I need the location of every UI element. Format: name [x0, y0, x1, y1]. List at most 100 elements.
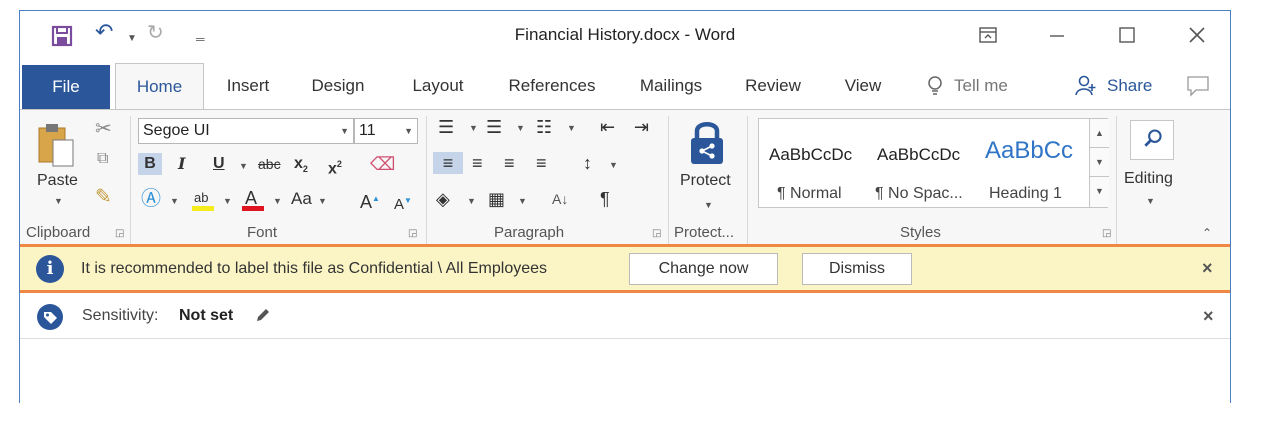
highlight-dropdown-icon[interactable]: ▼	[223, 196, 232, 206]
close-message-icon[interactable]: ×	[1202, 247, 1213, 290]
close-icon[interactable]	[1182, 21, 1212, 49]
increase-indent-icon[interactable]: ⇥	[634, 116, 649, 138]
ribbon-display-options-icon[interactable]	[973, 21, 1003, 49]
decrease-indent-icon[interactable]: ⇤	[600, 116, 615, 138]
align-right-icon[interactable]: ≡	[504, 152, 515, 174]
superscript-button[interactable]: x2	[328, 153, 342, 180]
protect-button[interactable]: Protect	[680, 172, 731, 190]
tell-me-search[interactable]: Tell me	[954, 63, 1008, 109]
tab-design[interactable]: Design	[304, 63, 372, 109]
font-size-combo[interactable]: 11 ▼	[354, 118, 418, 144]
change-case-dropdown-icon[interactable]: ▼	[318, 196, 327, 206]
line-spacing-icon[interactable]: ↕	[583, 152, 592, 174]
highlight-color-icon[interactable]: ab	[190, 188, 216, 212]
italic-button[interactable]: I	[178, 153, 185, 175]
bullets-dropdown-icon[interactable]: ▼	[469, 123, 478, 133]
pencil-icon[interactable]	[254, 306, 272, 324]
multilevel-dropdown-icon[interactable]: ▼	[567, 123, 576, 133]
tab-home[interactable]: Home	[115, 63, 204, 110]
collapse-ribbon-icon[interactable]: ⌃	[1202, 226, 1212, 240]
sensitivity-value[interactable]: Not set	[179, 295, 233, 337]
sort-button[interactable]: A↓	[552, 188, 568, 210]
dismiss-button[interactable]: Dismiss	[802, 253, 912, 285]
borders-icon[interactable]: ▦	[488, 188, 505, 210]
tab-layout[interactable]: Layout	[403, 63, 473, 109]
tab-mailings[interactable]: Mailings	[630, 63, 712, 109]
tab-view[interactable]: View	[838, 63, 888, 109]
share-person-icon[interactable]	[1075, 75, 1097, 97]
sort-label: A	[552, 191, 562, 207]
shading-dropdown-icon[interactable]: ▼	[467, 196, 476, 206]
tab-references[interactable]: References	[500, 63, 604, 109]
numbering-icon[interactable]: ☰	[486, 116, 502, 138]
style-name: ¶ Normal	[777, 185, 842, 202]
style-name: Heading 1	[989, 185, 1062, 202]
paragraph-launcher-icon[interactable]: ◲	[652, 228, 661, 239]
clipboard-launcher-icon[interactable]: ◲	[115, 228, 124, 239]
editing-dropdown-icon[interactable]: ▼	[1146, 196, 1155, 206]
change-now-button[interactable]: Change now	[629, 253, 778, 285]
find-magnifier-icon[interactable]	[1130, 120, 1174, 160]
styles-scroll-down-icon[interactable]: ▼	[1090, 148, 1109, 177]
font-name-dropdown-icon[interactable]: ▼	[340, 119, 349, 143]
grow-font-button[interactable]: A▲	[360, 188, 380, 213]
format-painter-icon[interactable]: ✎	[95, 184, 112, 209]
subscript-button[interactable]: x2	[294, 153, 308, 180]
close-sensitivity-bar-icon[interactable]: ×	[1203, 295, 1214, 337]
align-left-icon[interactable]: ≡	[433, 152, 463, 174]
style-normal[interactable]: AaBbCcDc ¶ Normal	[759, 119, 869, 207]
group-divider	[747, 116, 748, 244]
comment-icon[interactable]	[1186, 75, 1210, 97]
superscript-label: x	[328, 160, 337, 178]
text-effects-icon[interactable]: Ⓐ	[141, 188, 161, 210]
strikethrough-button[interactable]: abc	[258, 153, 281, 175]
line-spacing-dropdown-icon[interactable]: ▼	[609, 160, 618, 170]
share-button[interactable]: Share	[1107, 63, 1152, 109]
underline-button[interactable]: U	[213, 153, 225, 175]
tab-review[interactable]: Review	[740, 63, 806, 109]
clear-formatting-icon[interactable]: ⌫	[370, 153, 395, 175]
change-case-button[interactable]: Aa	[291, 188, 312, 210]
font-name-combo[interactable]: Segoe UI ▼	[138, 118, 354, 144]
group-divider	[668, 116, 669, 244]
bullets-icon[interactable]: ☰	[438, 116, 454, 138]
underline-dropdown-icon[interactable]: ▼	[239, 161, 248, 171]
justify-icon[interactable]: ≡	[536, 152, 547, 174]
align-center-icon[interactable]: ≡	[472, 152, 483, 174]
bold-button[interactable]: B	[138, 153, 162, 175]
show-formatting-button[interactable]: ¶	[600, 188, 610, 210]
style-heading-1[interactable]: AaBbCc Heading 1	[979, 119, 1089, 207]
font-size-dropdown-icon[interactable]: ▼	[404, 119, 413, 143]
styles-scroll-up-icon[interactable]: ▲	[1090, 119, 1109, 148]
ribbon-home: Paste ▼ ✂ ⧉ ✎ Clipboard ◲ Segoe UI ▼ 11 …	[20, 109, 1230, 245]
sensitivity-label: Sensitivity:	[82, 307, 159, 324]
text-effects-dropdown-icon[interactable]: ▼	[170, 196, 179, 206]
paste-dropdown-icon[interactable]: ▼	[54, 196, 63, 206]
minimize-icon[interactable]	[1042, 21, 1072, 49]
protect-lock-icon[interactable]	[687, 120, 727, 166]
protect-dropdown-icon[interactable]: ▼	[704, 200, 713, 210]
font-color-dropdown-icon[interactable]: ▼	[273, 196, 282, 206]
tab-file[interactable]: File	[22, 65, 110, 109]
font-color-icon[interactable]: A	[240, 188, 266, 212]
styles-more-icon[interactable]: ▼	[1090, 177, 1109, 206]
page-bottom	[10, 403, 1242, 431]
numbering-dropdown-icon[interactable]: ▼	[516, 123, 525, 133]
styles-launcher-icon[interactable]: ◲	[1102, 228, 1111, 239]
paste-clipboard-icon[interactable]	[37, 122, 77, 168]
ribbon-tabs: File Home Insert Design Layout Reference…	[20, 63, 1230, 110]
paste-button[interactable]: Paste	[37, 172, 78, 190]
copy-icon[interactable]: ⧉	[97, 150, 108, 168]
maximize-icon[interactable]	[1112, 21, 1142, 49]
shading-icon[interactable]: ◈	[436, 188, 450, 210]
style-no-spacing[interactable]: AaBbCcDc ¶ No Spac...	[869, 119, 979, 207]
font-launcher-icon[interactable]: ◲	[408, 228, 417, 239]
tab-insert[interactable]: Insert	[218, 63, 278, 109]
multilevel-list-icon[interactable]: ☷	[536, 116, 552, 138]
lightbulb-icon[interactable]	[926, 75, 944, 97]
borders-dropdown-icon[interactable]: ▼	[518, 196, 527, 206]
shrink-font-button[interactable]: A▼	[394, 190, 412, 216]
cut-icon[interactable]: ✂	[95, 116, 112, 141]
editing-button[interactable]: Editing	[1124, 170, 1173, 188]
style-sample: AaBbCcDc	[877, 145, 961, 164]
